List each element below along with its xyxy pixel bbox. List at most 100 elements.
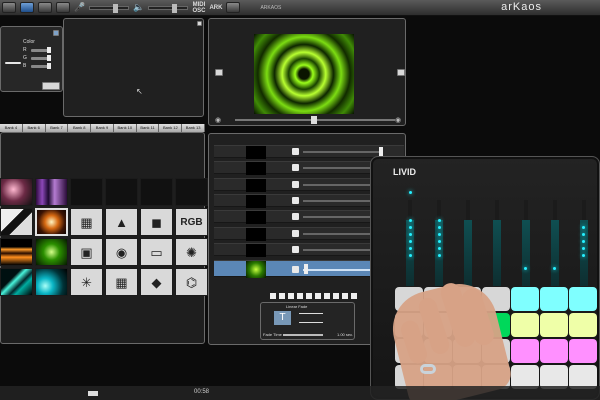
display-readout: ARKAOS xyxy=(260,4,282,11)
grid-icon[interactable]: ▦ xyxy=(105,268,138,296)
road-icon[interactable]: ▲ xyxy=(105,208,138,236)
top-toolbar: 🎤 🔈 MIDI OSC ARK ARKAOS arKaos xyxy=(0,0,600,16)
thumb-purple-glitch[interactable] xyxy=(35,178,68,206)
g-label: G xyxy=(23,55,27,61)
layer-knob-8[interactable] xyxy=(304,264,308,274)
pad-7[interactable] xyxy=(569,287,597,311)
effect-checkbox-10[interactable] xyxy=(351,293,357,299)
thumb-green-flower[interactable] xyxy=(35,238,68,266)
record-button[interactable] xyxy=(56,2,70,13)
settings-button[interactable] xyxy=(38,2,52,13)
timeline-knob[interactable] xyxy=(311,116,317,124)
layer-toggle-2[interactable] xyxy=(292,164,299,171)
effect-checkbox-5[interactable] xyxy=(306,293,312,299)
diamond-icon[interactable]: ◆ xyxy=(140,268,173,296)
fade-time-track[interactable] xyxy=(283,334,323,336)
frame-icon[interactable]: ▭ xyxy=(140,238,173,266)
ark-button[interactable] xyxy=(226,2,241,13)
effect-checkbox-1[interactable] xyxy=(270,293,276,299)
spiral-icon[interactable]: ⌬ xyxy=(175,268,208,296)
monitor-button[interactable] xyxy=(2,2,16,13)
tab-bank-8[interactable]: Bank 8 xyxy=(68,124,92,132)
panel-corner-button[interactable] xyxy=(197,21,202,26)
square-icon[interactable]: ▣ xyxy=(70,238,103,266)
value-bar xyxy=(5,62,21,64)
fader-5[interactable] xyxy=(522,200,530,290)
thumb-empty-1[interactable] xyxy=(70,178,103,206)
layer-track-1[interactable] xyxy=(303,151,383,153)
playhead[interactable] xyxy=(88,391,98,396)
pad-20[interactable] xyxy=(540,339,568,363)
pad-13[interactable] xyxy=(540,313,568,337)
layer-toggle-5[interactable] xyxy=(292,213,299,220)
thumb-cyan-wave[interactable] xyxy=(35,268,68,296)
t-icon[interactable]: T xyxy=(274,311,291,325)
pad-5[interactable] xyxy=(511,287,539,311)
effect-checkbox-6[interactable] xyxy=(315,293,321,299)
timeline-right-icon: ◉ xyxy=(395,117,402,124)
thumb-teal-lines[interactable] xyxy=(0,268,33,296)
tab-bank-11[interactable]: Bank 11 xyxy=(136,124,160,132)
effect-checkbox-2[interactable] xyxy=(279,293,285,299)
fader-1[interactable] xyxy=(406,200,414,290)
layer-toggle-6[interactable] xyxy=(292,230,299,237)
pad-21[interactable] xyxy=(569,339,597,363)
tab-bank-7[interactable]: Bank 7 xyxy=(45,124,69,132)
radial-icon[interactable]: ✺ xyxy=(175,238,208,266)
blue-knob[interactable] xyxy=(47,63,51,69)
preview-right-button[interactable] xyxy=(397,69,405,76)
thumb-pink-sky[interactable] xyxy=(0,178,33,206)
tab-bank-13[interactable]: Bank 13 xyxy=(182,124,206,132)
fader-4[interactable] xyxy=(493,200,501,290)
volume-slider[interactable] xyxy=(148,3,189,13)
master-slider[interactable] xyxy=(89,3,130,13)
mosaic-icon[interactable]: ◼ xyxy=(140,208,173,236)
green-knob[interactable] xyxy=(47,55,51,61)
panel-close-button[interactable] xyxy=(53,30,59,36)
effect-checkbox-7[interactable] xyxy=(324,293,330,299)
pad-14[interactable] xyxy=(569,313,597,337)
grid-pattern-icon[interactable]: ▦ xyxy=(70,208,103,236)
layer-toggle-3[interactable] xyxy=(292,181,299,188)
fader-7[interactable] xyxy=(580,200,588,290)
circle-icon[interactable]: ◉ xyxy=(105,238,138,266)
thumb-orange-glow[interactable] xyxy=(0,238,33,266)
rgb-icon[interactable]: RGB xyxy=(175,208,208,236)
layer-toggle-8[interactable] xyxy=(292,266,299,273)
layout-button[interactable] xyxy=(20,2,34,13)
tab-bank-9[interactable]: Bank 9 xyxy=(91,124,114,132)
thumb-empty-4[interactable] xyxy=(175,178,208,206)
led-6 xyxy=(409,247,412,250)
fader-6[interactable] xyxy=(551,200,559,290)
led-14 xyxy=(582,226,585,229)
red-knob[interactable] xyxy=(47,47,51,53)
layer-toggle-1[interactable] xyxy=(292,148,299,155)
effect-checkbox-3[interactable] xyxy=(288,293,294,299)
tab-bank-12[interactable]: Bank 12 xyxy=(159,124,183,132)
pad-19[interactable] xyxy=(511,339,539,363)
tab-bank-6[interactable]: Bank 6 xyxy=(22,124,46,132)
fader-2[interactable] xyxy=(435,200,443,290)
preview-left-button[interactable] xyxy=(215,69,223,76)
ark-label: ARK xyxy=(209,4,223,11)
thumb-geometric-white[interactable] xyxy=(0,208,33,236)
screen: 🎤 🔈 MIDI OSC ARK ARKAOS arKaos Color R G… xyxy=(0,0,600,400)
fader-3[interactable] xyxy=(464,200,472,290)
thumb-empty-2[interactable] xyxy=(105,178,138,206)
tab-bank-10[interactable]: Bank 10 xyxy=(113,124,137,132)
thumb-empty-3[interactable] xyxy=(140,178,173,206)
thumb-orange-leaves[interactable] xyxy=(35,208,68,236)
effect-checkbox-9[interactable] xyxy=(342,293,348,299)
pad-12[interactable] xyxy=(511,313,539,337)
effect-checkbox-4[interactable] xyxy=(297,293,303,299)
led-12 xyxy=(438,247,441,250)
layer-toggle-7[interactable] xyxy=(292,246,299,253)
burst-icon[interactable]: ✳ xyxy=(70,268,103,296)
pad-6[interactable] xyxy=(540,287,568,311)
expand-button[interactable] xyxy=(42,82,60,90)
layer-toggle-4[interactable] xyxy=(292,197,299,204)
tab-bank-4[interactable]: Bank 4 xyxy=(0,124,23,132)
effect-checkbox-8[interactable] xyxy=(333,293,339,299)
led-18 xyxy=(582,254,585,257)
layer-thumb-2 xyxy=(246,162,266,175)
